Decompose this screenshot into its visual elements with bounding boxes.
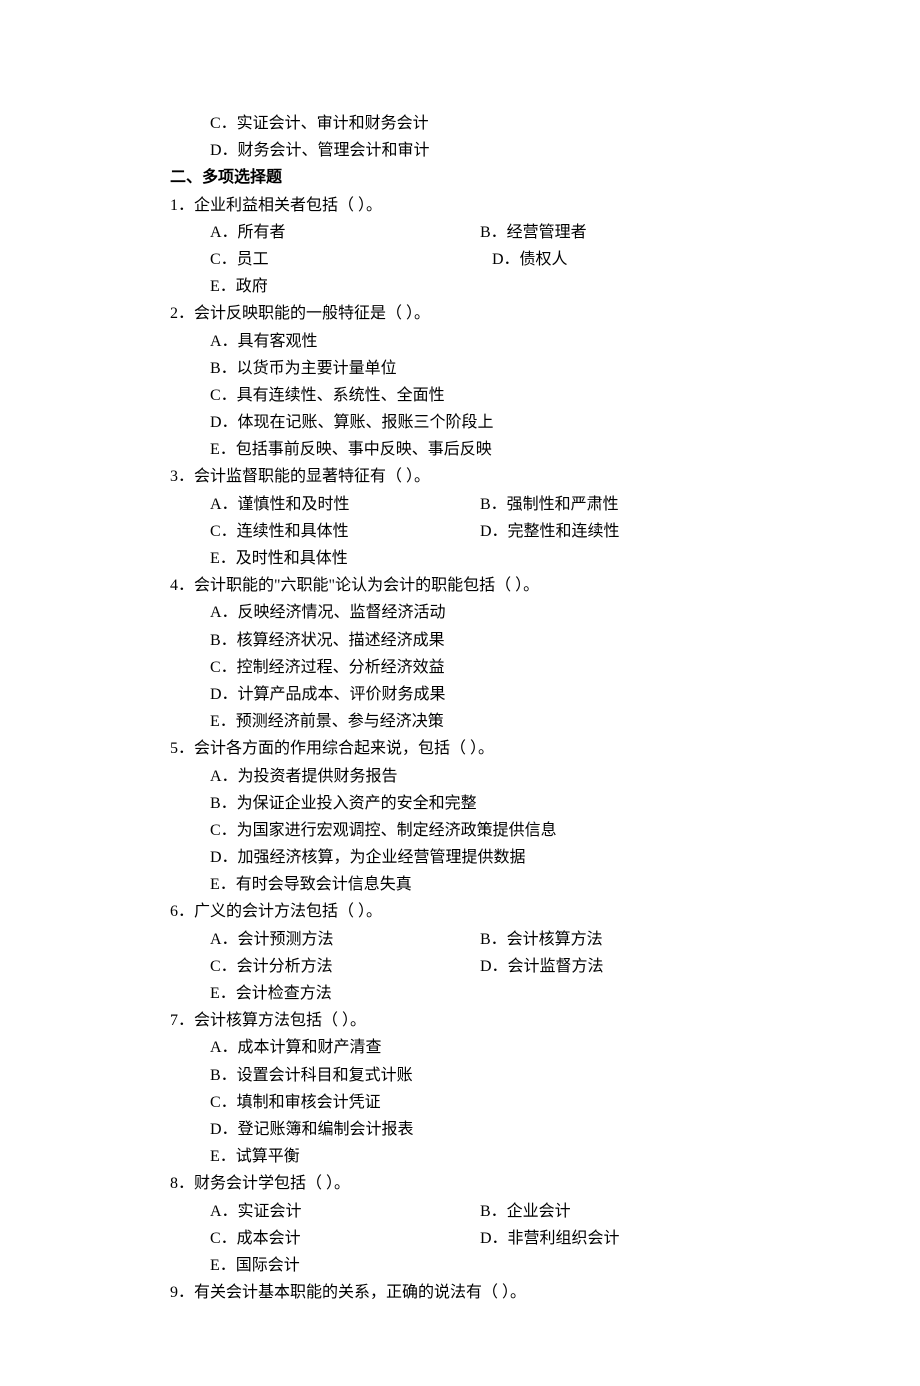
option-e: E．包括事前反映、事中反映、事后反映 (170, 436, 750, 463)
question-stem: 2．会计反映职能的一般特征是（ ）。 (170, 300, 750, 327)
option-b: B．企业会计 (480, 1198, 571, 1225)
option-b: B．以货币为主要计量单位 (170, 355, 750, 382)
option-d: D．登记账簿和编制会计报表 (170, 1116, 750, 1143)
option-b: B．设置会计科目和复式计账 (170, 1062, 750, 1089)
question-stem: 6．广义的会计方法包括（ ）。 (170, 898, 750, 925)
option-d: D．非营利组织会计 (480, 1225, 620, 1252)
option-row: C．会计分析方法 D．会计监督方法 (170, 953, 750, 980)
option-b: B．为保证企业投入资产的安全和完整 (170, 790, 750, 817)
option-c: C．成本会计 (210, 1225, 480, 1252)
option-b: B．强制性和严肃性 (480, 491, 619, 518)
option-a: A．具有客观性 (170, 328, 750, 355)
option-d-pre: D．财务会计、管理会计和审计 (170, 137, 750, 164)
option-d: D．计算产品成本、评价财务成果 (170, 681, 750, 708)
option-row: A．会计预测方法 B．会计核算方法 (170, 926, 750, 953)
option-d: D．加强经济核算，为企业经营管理提供数据 (170, 844, 750, 871)
option-b: B．核算经济状况、描述经济成果 (170, 627, 750, 654)
option-row: C．连续性和具体性 D．完整性和连续性 (170, 518, 750, 545)
option-a: A．会计预测方法 (210, 926, 480, 953)
option-row: C．员工 D．债权人 (170, 246, 750, 273)
option-c: C．连续性和具体性 (210, 518, 480, 545)
question-stem: 5．会计各方面的作用综合起来说，包括（ ）。 (170, 735, 750, 762)
option-c: C．填制和审核会计凭证 (170, 1089, 750, 1116)
option-d: D．完整性和连续性 (480, 518, 620, 545)
option-e: E．政府 (170, 273, 750, 300)
option-b: B．会计核算方法 (480, 926, 603, 953)
option-c-pre: C．实证会计、审计和财务会计 (170, 110, 750, 137)
question-stem: 8．财务会计学包括（ ）。 (170, 1170, 750, 1197)
option-d: D．债权人 (480, 246, 568, 273)
option-c: C．会计分析方法 (210, 953, 480, 980)
option-c: C．为国家进行宏观调控、制定经济政策提供信息 (170, 817, 750, 844)
option-a: A．为投资者提供财务报告 (170, 763, 750, 790)
question-stem: 9．有关会计基本职能的关系，正确的说法有（ ）。 (170, 1279, 750, 1306)
option-e: E．试算平衡 (170, 1143, 750, 1170)
option-a: A．谨慎性和及时性 (210, 491, 480, 518)
option-d: D．会计监督方法 (480, 953, 604, 980)
option-row: C．成本会计 D．非营利组织会计 (170, 1225, 750, 1252)
option-e: E．及时性和具体性 (170, 545, 750, 572)
option-e: E．会计检查方法 (170, 980, 750, 1007)
question-stem: 4．会计职能的"六职能"论认为会计的职能包括（ ）。 (170, 572, 750, 599)
option-row: A．实证会计 B．企业会计 (170, 1198, 750, 1225)
option-e: E．国际会计 (170, 1252, 750, 1279)
section-heading: 二、多项选择题 (170, 164, 750, 191)
option-row: A．所有者 B．经营管理者 (170, 219, 750, 246)
option-e: E．有时会导致会计信息失真 (170, 871, 750, 898)
document-page: C．实证会计、审计和财务会计 D．财务会计、管理会计和审计 二、多项选择题 1．… (0, 0, 920, 1386)
option-a: A．所有者 (210, 219, 480, 246)
question-stem: 3．会计监督职能的显著特征有（ ）。 (170, 463, 750, 490)
option-b: B．经营管理者 (480, 219, 587, 246)
option-a: A．实证会计 (210, 1198, 480, 1225)
option-c: C．控制经济过程、分析经济效益 (170, 654, 750, 681)
option-e: E．预测经济前景、参与经济决策 (170, 708, 750, 735)
option-row: A．谨慎性和及时性 B．强制性和严肃性 (170, 491, 750, 518)
question-stem: 1．企业利益相关者包括（ ）。 (170, 192, 750, 219)
option-c: C．具有连续性、系统性、全面性 (170, 382, 750, 409)
option-d: D．体现在记账、算账、报账三个阶段上 (170, 409, 750, 436)
option-a: A．成本计算和财产清查 (170, 1034, 750, 1061)
option-a: A．反映经济情况、监督经济活动 (170, 599, 750, 626)
option-c: C．员工 (210, 246, 480, 273)
question-stem: 7．会计核算方法包括（ ）。 (170, 1007, 750, 1034)
